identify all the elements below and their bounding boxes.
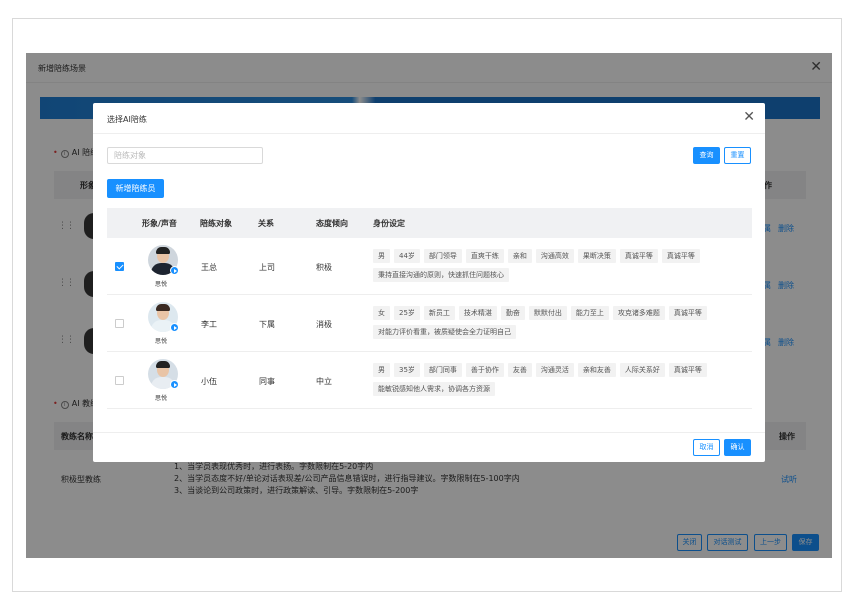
tag: 沟通灵活 bbox=[535, 363, 574, 377]
target-name: 王总 bbox=[201, 263, 217, 272]
reset-button[interactable]: 重置 bbox=[724, 147, 751, 164]
divider bbox=[93, 133, 765, 134]
query-button[interactable]: 查询 bbox=[693, 147, 720, 164]
play-icon[interactable] bbox=[170, 323, 179, 332]
tag: 真诚平等 bbox=[619, 249, 658, 263]
tag: 真诚平等 bbox=[661, 249, 700, 263]
tag: 直爽干练 bbox=[465, 249, 504, 263]
tag: 亲和友善 bbox=[577, 363, 616, 377]
tag: 默默付出 bbox=[528, 306, 567, 320]
target-name: 小伍 bbox=[201, 377, 217, 386]
search-input[interactable] bbox=[107, 147, 263, 164]
close-icon[interactable]: ✕ bbox=[743, 109, 755, 125]
voice-name: 思悦 bbox=[155, 338, 168, 345]
tag: 攻克诸多难题 bbox=[612, 306, 665, 320]
table-row[interactable]: 思悦 王总 上司 积极 男 44岁 部门领导 直爽干练 亲和 沟通高效 果断决策 真诚平等 真诚… bbox=[107, 238, 752, 295]
tag: 善于协作 bbox=[465, 363, 504, 377]
relation: 同事 bbox=[259, 377, 275, 386]
col-target: 陪练对象 bbox=[200, 219, 232, 228]
modal-title: 选择AI陪练 bbox=[107, 115, 147, 124]
attitude: 消极 bbox=[316, 320, 332, 329]
tag: 男 bbox=[373, 249, 390, 263]
tag: 勤奋 bbox=[500, 306, 525, 320]
table-row[interactable]: 思悦 小伍 同事 中立 男 35岁 部门同事 善于协作 友善 沟通灵活 亲和友善 人际关系好真… bbox=[107, 352, 752, 409]
tag: 能力至上 bbox=[570, 306, 609, 320]
confirm-button[interactable]: 确认 bbox=[724, 439, 751, 456]
tag: 能敏锐感知他人需求，协调各方资源 bbox=[373, 382, 495, 396]
tag: 秉持直接沟通的原则，快速抓住问题核心 bbox=[373, 268, 509, 282]
partner-table-header: 形象/声音 陪练对象 关系 态度倾向 身份设定 bbox=[107, 208, 752, 238]
row-checkbox[interactable] bbox=[115, 319, 124, 328]
tag: 亲和 bbox=[507, 249, 532, 263]
row-checkbox[interactable] bbox=[115, 262, 124, 271]
play-icon[interactable] bbox=[170, 266, 179, 275]
tag: 沟通高效 bbox=[535, 249, 574, 263]
tag: 对能力评价看重，被质疑使会全力证明自己 bbox=[373, 325, 516, 339]
identity-tags: 男 44岁 部门领导 直爽干练 亲和 沟通高效 果断决策 真诚平等 真诚平等秉持直接沟通的原则，… bbox=[373, 249, 743, 287]
table-row[interactable]: 思悦 李工 下属 消极 女 25岁 新员工 技术精湛 勤奋 默默付出 能力至上 攻克诸多难题真… bbox=[107, 295, 752, 352]
tag: 44岁 bbox=[394, 249, 420, 263]
relation: 上司 bbox=[259, 263, 275, 272]
attitude: 积极 bbox=[316, 263, 332, 272]
attitude: 中立 bbox=[316, 377, 332, 386]
col-avatar: 形象/声音 bbox=[142, 219, 177, 228]
voice-name: 思悦 bbox=[155, 395, 168, 402]
tag: 人际关系好 bbox=[619, 363, 665, 377]
tag: 25岁 bbox=[394, 306, 420, 320]
tag: 友善 bbox=[507, 363, 532, 377]
relation: 下属 bbox=[259, 320, 275, 329]
col-relation: 关系 bbox=[258, 219, 274, 228]
col-attitude: 态度倾向 bbox=[316, 219, 348, 228]
row-checkbox[interactable] bbox=[115, 376, 124, 385]
add-partner-button[interactable]: 新增陪练员 bbox=[107, 179, 164, 198]
play-icon[interactable] bbox=[170, 380, 179, 389]
identity-tags: 男 35岁 部门同事 善于协作 友善 沟通灵活 亲和友善 人际关系好 真诚平等能敏锐感知他人需求… bbox=[373, 363, 743, 401]
tag: 男 bbox=[373, 363, 390, 377]
select-ai-partner-modal: 选择AI陪练 ✕ 查询 重置 新增陪练员 形象/声音 陪练对象 关系 态度倾向 … bbox=[93, 103, 765, 462]
tag: 新员工 bbox=[423, 306, 455, 320]
tag: 部门领导 bbox=[423, 249, 462, 263]
col-identity: 身份设定 bbox=[373, 219, 405, 228]
target-name: 李工 bbox=[201, 320, 217, 329]
voice-name: 思悦 bbox=[155, 281, 168, 288]
tag: 35岁 bbox=[394, 363, 420, 377]
cancel-button[interactable]: 取消 bbox=[693, 439, 720, 456]
tag: 真诚平等 bbox=[668, 306, 707, 320]
identity-tags: 女 25岁 新员工 技术精湛 勤奋 默默付出 能力至上 攻克诸多难题 真诚平等对能力评价看重，被… bbox=[373, 306, 743, 344]
tag: 女 bbox=[373, 306, 390, 320]
tag: 真诚平等 bbox=[668, 363, 707, 377]
tag: 部门同事 bbox=[423, 363, 462, 377]
tag: 技术精湛 bbox=[458, 306, 497, 320]
divider bbox=[93, 432, 765, 433]
tag: 果断决策 bbox=[577, 249, 616, 263]
